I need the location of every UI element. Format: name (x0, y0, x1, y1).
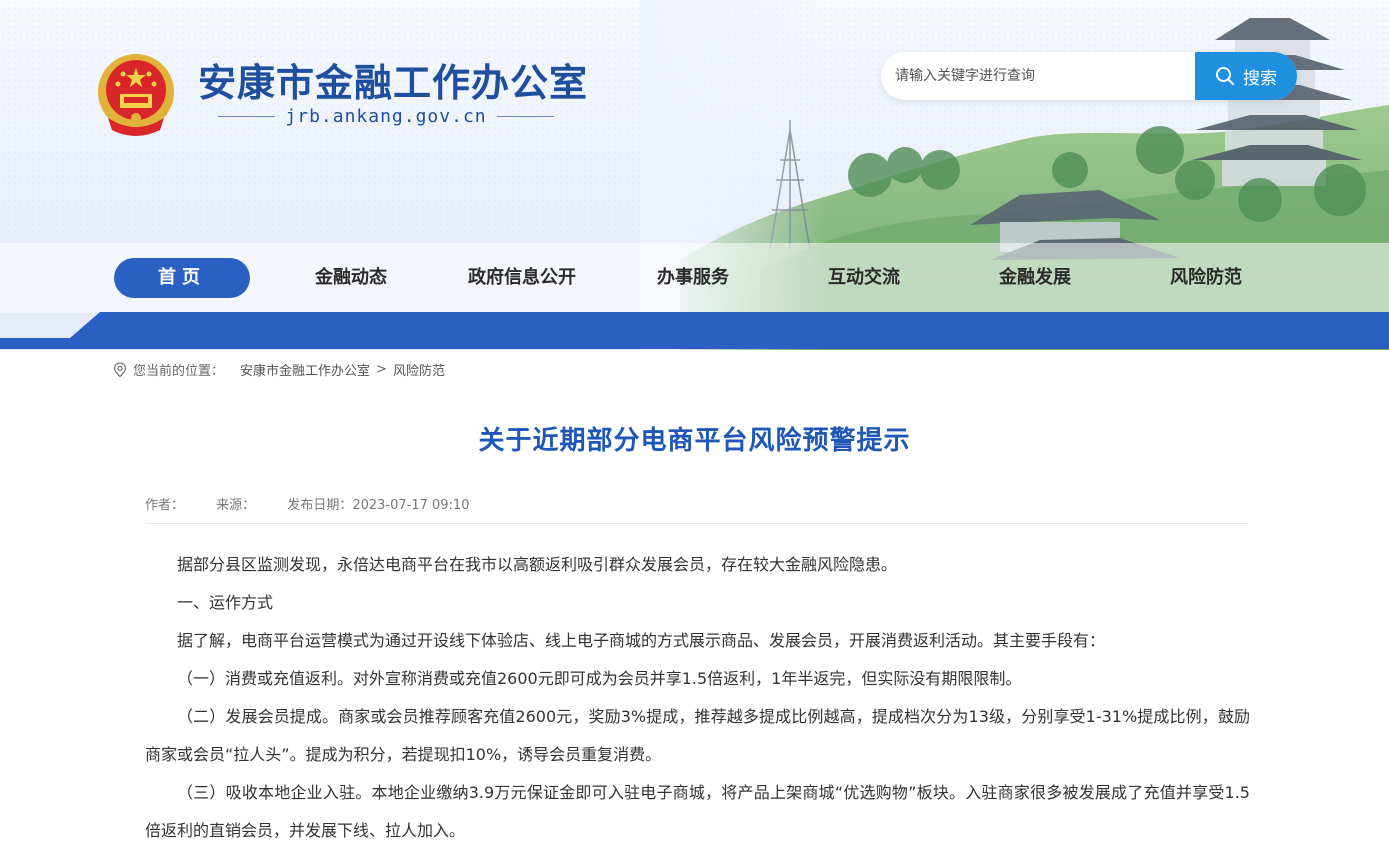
breadcrumb-link-risk[interactable]: 风险防范 (393, 360, 445, 379)
search-input[interactable] (895, 52, 1191, 100)
meta-source: 来源： (216, 498, 256, 513)
meta-date: 发布日期：2023-07-17 09:10 (287, 498, 470, 513)
site-domain: jrb.ankang.gov.cn (218, 106, 555, 127)
site-domain-text: jrb.ankang.gov.cn (285, 106, 487, 127)
article-paragraph: 据部分县区监测发现，永倍达电商平台在我市以高额返利吸引群众发展会员，存在较大金融… (177, 555, 898, 574)
nav-item-risk-prevention[interactable]: 风险防范 (1170, 258, 1242, 298)
article-meta: 作者： 来源： 发布日期：2023-07-17 09:10 (145, 494, 497, 513)
nav-item-home[interactable]: 首页 (114, 258, 250, 298)
breadcrumb-link-home[interactable]: 安康市金融工作办公室 (240, 360, 370, 379)
article-title: 关于近期部分电商平台风险预警提示 (478, 426, 911, 456)
header-blue-band (0, 312, 1389, 349)
breadcrumb-prefix: 您当前的位置： (133, 364, 225, 379)
site-title: 安康市金融工作办公室 (198, 60, 589, 105)
article-paragraph: 据了解，电商平台运营模式为通过开设线下体验店、线上电子商城的方式展示商品、发展会… (177, 631, 1106, 650)
article-section-heading: 一、运作方式 (177, 593, 274, 612)
nav-item-gov-info[interactable]: 政府信息公开 (468, 258, 576, 298)
article-paragraph: （二）发展会员提成。商家或会员推荐顾客充值2600元，奖励3%提成，推荐越多提成… (145, 707, 1250, 764)
search-icon (1216, 67, 1234, 85)
meta-divider (145, 523, 1248, 524)
domain-divider-right (496, 116, 555, 117)
site-header: 安康市金融工作办公室 jrb.ankang.gov.cn 搜索 首页 金融动态 … (0, 0, 1389, 350)
search-button[interactable]: 搜索 (1195, 52, 1297, 100)
nav-item-interaction[interactable]: 互动交流 (828, 258, 900, 298)
search-box: 搜索 (881, 52, 1297, 100)
article-content: 据部分县区监测发现，永倍达电商平台在我市以高额返利吸引群众发展会员，存在较大金融… (145, 546, 1250, 850)
domain-divider-left (218, 116, 276, 117)
national-emblem-logo (98, 54, 174, 136)
main-nav: 首页 金融动态 政府信息公开 办事服务 互动交流 金融发展 风险防范 (0, 243, 1389, 313)
nav-item-services[interactable]: 办事服务 (657, 258, 729, 298)
meta-author: 作者： (145, 498, 185, 513)
nav-item-financial-development[interactable]: 金融发展 (999, 258, 1071, 298)
location-pin-icon (113, 361, 127, 377)
breadcrumb: 您当前的位置： 安康市金融工作办公室 > 风险防范 (113, 360, 445, 379)
article-paragraph: （一）消费或充值返利。对外宣称消费或充值2600元即可成为会员并享1.5倍返利，… (177, 669, 1022, 688)
nav-item-financial-news[interactable]: 金融动态 (315, 258, 387, 298)
breadcrumb-separator: > (376, 362, 387, 377)
search-button-label: 搜索 (1243, 68, 1277, 89)
article-paragraph: （三）吸收本地企业入驻。本地企业缴纳3.9万元保证金即可入驻电子商城，将产品上架… (145, 783, 1250, 840)
